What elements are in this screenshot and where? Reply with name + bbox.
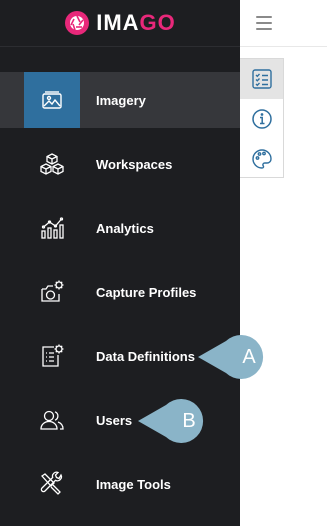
sidebar: IMAGO Imagery Workspaces Analytics Captu… [0,0,240,526]
info-icon[interactable] [240,99,283,139]
workspaces-icon [24,136,80,192]
sidebar-item-label: Analytics [96,220,154,236]
palette-icon[interactable] [240,139,283,179]
checklist-icon[interactable] [240,59,283,99]
sidebar-item-label: Users [96,412,133,428]
sidebar-item-label: Workspaces [96,156,173,172]
brand-name-prefix: IMA [96,10,140,35]
brand[interactable]: IMAGO [0,0,240,47]
sidebar-nav: Imagery Workspaces Analytics Capture Pro… [0,72,240,520]
analytics-icon [24,200,80,256]
aperture-logo-icon [64,10,90,36]
data-definitions-icon [24,328,80,384]
callout-a: A [198,335,278,379]
callout-b: B [138,399,218,443]
sidebar-item-capture-profiles[interactable]: Capture Profiles [0,264,240,320]
sidebar-item-imagery[interactable]: Imagery [0,72,240,128]
brand-name: IMAGO [96,10,176,36]
capture-profiles-icon [24,264,80,320]
users-icon [24,392,80,448]
callout-b-label: B [182,409,196,432]
app: IMAGO Imagery Workspaces Analytics Captu… [0,0,327,526]
callout-a-label: A [242,345,256,368]
sidebar-item-label: Image Tools [96,476,171,492]
sidebar-item-label: Capture Profiles [96,284,197,300]
sidebar-item-label: Data Definitions [96,348,195,364]
image-tools-icon [24,456,80,512]
brand-name-accent: GO [139,10,176,35]
hamburger-icon[interactable] [256,14,272,32]
imagery-icon [24,72,80,128]
side-toolstrip [240,58,284,178]
sidebar-item-image-tools[interactable]: Image Tools [0,456,240,512]
sidebar-item-analytics[interactable]: Analytics [0,200,240,256]
sidebar-item-workspaces[interactable]: Workspaces [0,136,240,192]
top-bar [240,0,327,47]
sidebar-item-label: Imagery [96,92,146,108]
